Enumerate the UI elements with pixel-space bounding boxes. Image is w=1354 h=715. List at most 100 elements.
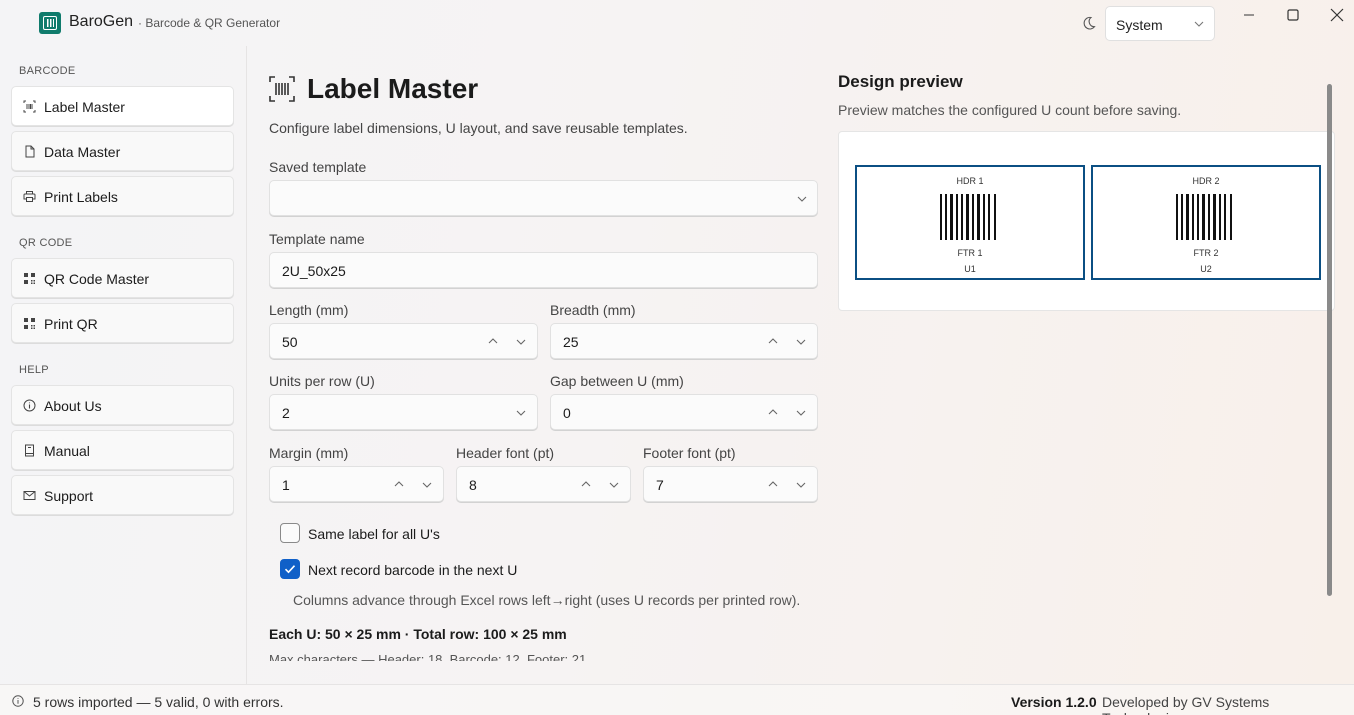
sidebar-item-about-us[interactable]: About Us [11, 385, 234, 425]
gap-stepper[interactable]: 0 [550, 394, 818, 430]
footer-font-label: Footer font (pt) [643, 445, 736, 461]
sidebar-item-qr-code-master[interactable]: QR Code Master [11, 258, 234, 298]
chevron-up-icon[interactable] [768, 336, 778, 346]
sidebar-item-label: Print Labels [44, 189, 118, 205]
margin-stepper[interactable]: 1 [269, 466, 444, 502]
label-unit: U2 [1200, 264, 1212, 274]
chevron-down-icon[interactable] [609, 480, 619, 490]
section-label-barcode: BARCODE [19, 65, 76, 77]
length-stepper[interactable]: 50 [269, 323, 538, 359]
sidebar-item-label: Print QR [44, 316, 98, 332]
sidebar-item-manual[interactable]: Manual [11, 430, 234, 470]
sidebar-item-label: QR Code Master [44, 271, 150, 287]
minimize-icon [1244, 14, 1254, 16]
breadth-label: Breadth (mm) [550, 302, 636, 318]
sidebar: BARCODE Label Master Data Master Print L… [0, 46, 247, 684]
same-label-checkbox[interactable] [280, 523, 300, 543]
chevron-down-icon[interactable] [796, 480, 806, 490]
book-icon [25, 444, 34, 457]
preview-panel: HDR 1 FTR 1 U1 HDR 2 FTR 2 U2 [838, 131, 1335, 311]
minimize-button[interactable] [1226, 2, 1272, 28]
label-unit: U1 [964, 264, 976, 274]
chevron-down-icon[interactable] [796, 337, 806, 347]
theme-select[interactable]: System [1105, 6, 1215, 41]
chevron-up-icon[interactable] [768, 479, 778, 489]
sidebar-item-support[interactable]: Support [11, 475, 234, 515]
developer-label: Developed by GV Systems Technologies [1102, 694, 1270, 715]
theme-select-value: System [1116, 17, 1163, 33]
sidebar-item-data-master[interactable]: Data Master [11, 131, 234, 171]
same-label-checkbox-label[interactable]: Same label for all U's [308, 526, 440, 542]
sidebar-item-print-qr[interactable]: Print QR [11, 303, 234, 343]
qr-icon [24, 273, 35, 284]
sidebar-item-label: Support [44, 488, 94, 504]
label-footer: FTR 2 [1193, 248, 1219, 258]
barcode-graphic [1176, 194, 1232, 240]
sidebar-item-label: About Us [44, 398, 102, 414]
template-name-label: Template name [269, 231, 365, 247]
label-footer: FTR 1 [957, 248, 983, 258]
template-name-input[interactable]: 2U_50x25 [269, 252, 818, 288]
next-record-checkbox[interactable] [280, 559, 300, 579]
status-bar: 5 rows imported — 5 valid, 0 with errors… [0, 684, 1354, 715]
page-description: Configure label dimensions, U layout, an… [269, 120, 688, 136]
units-per-row-select[interactable]: 2 [269, 394, 538, 430]
close-button[interactable] [1314, 2, 1354, 28]
moon-icon[interactable] [1081, 15, 1097, 31]
label-preview-u2: HDR 2 FTR 2 U2 [1091, 165, 1321, 280]
document-icon [25, 145, 35, 158]
barcode-graphic [940, 194, 996, 240]
chevron-down-icon[interactable] [796, 408, 806, 418]
close-icon [1330, 8, 1344, 22]
mail-icon [23, 491, 36, 500]
header-font-stepper[interactable]: 8 [456, 466, 631, 502]
breadth-stepper[interactable]: 25 [550, 323, 818, 359]
section-label-help: HELP [19, 364, 49, 376]
chevron-up-icon[interactable] [488, 336, 498, 346]
app-logo-icon [39, 12, 61, 34]
breadth-value: 25 [563, 334, 579, 350]
version-label: Version 1.2.0 [1011, 694, 1097, 710]
length-value: 50 [282, 334, 298, 350]
page-title: Label Master [307, 73, 479, 104]
template-name-value: 2U_50x25 [282, 263, 346, 279]
dimension-summary: Each U: 50 × 25 mm · Total row: 100 × 25… [269, 626, 567, 642]
length-label: Length (mm) [269, 302, 349, 318]
footer-font-stepper[interactable]: 7 [643, 466, 818, 502]
sidebar-item-print-labels[interactable]: Print Labels [11, 176, 234, 216]
next-record-checkbox-label[interactable]: Next record barcode in the next U [308, 562, 517, 578]
barcode-icon [269, 76, 295, 102]
preview-description: Preview matches the configured U count b… [838, 102, 1182, 118]
units-per-row-value: 2 [282, 405, 290, 421]
vertical-scrollbar[interactable] [1327, 84, 1332, 596]
chevron-down-icon[interactable] [422, 480, 432, 490]
app-name: BaroGen [69, 13, 134, 30]
footer-font-value: 7 [656, 477, 664, 493]
main-content: Label Master Configure label dimensions,… [247, 46, 1354, 684]
label-header: HDR 2 [1192, 176, 1220, 186]
margin-label: Margin (mm) [269, 445, 349, 461]
app-subtitle: · Barcode & QR Generator [138, 16, 281, 30]
sidebar-item-label: Manual [44, 443, 90, 459]
max-characters: Max characters — Header: 18, Barcode: 12… [269, 652, 587, 661]
printer-icon [23, 191, 36, 202]
maximize-button[interactable] [1270, 2, 1316, 28]
preview-title: Design preview [838, 72, 963, 91]
margin-value: 1 [282, 477, 290, 493]
section-label-qr-code: QR CODE [19, 237, 73, 249]
chevron-down-icon [797, 196, 807, 202]
saved-template-select[interactable] [269, 180, 818, 216]
chevron-up-icon[interactable] [581, 479, 591, 489]
chevron-up-icon[interactable] [394, 479, 404, 489]
barcode-icon [23, 100, 36, 113]
info-icon [12, 695, 24, 707]
units-per-row-label: Units per row (U) [269, 373, 375, 389]
status-message: 5 rows imported — 5 valid, 0 with errors… [33, 694, 284, 710]
chevron-down-icon[interactable] [516, 337, 526, 347]
sidebar-item-label: Label Master [44, 99, 125, 115]
sidebar-item-label-master[interactable]: Label Master [11, 86, 234, 126]
label-preview-u1: HDR 1 FTR 1 U1 [855, 165, 1085, 280]
label-header: HDR 1 [956, 176, 984, 186]
chevron-up-icon[interactable] [768, 407, 778, 417]
next-record-hint: Columns advance through Excel rows left→… [293, 592, 801, 608]
